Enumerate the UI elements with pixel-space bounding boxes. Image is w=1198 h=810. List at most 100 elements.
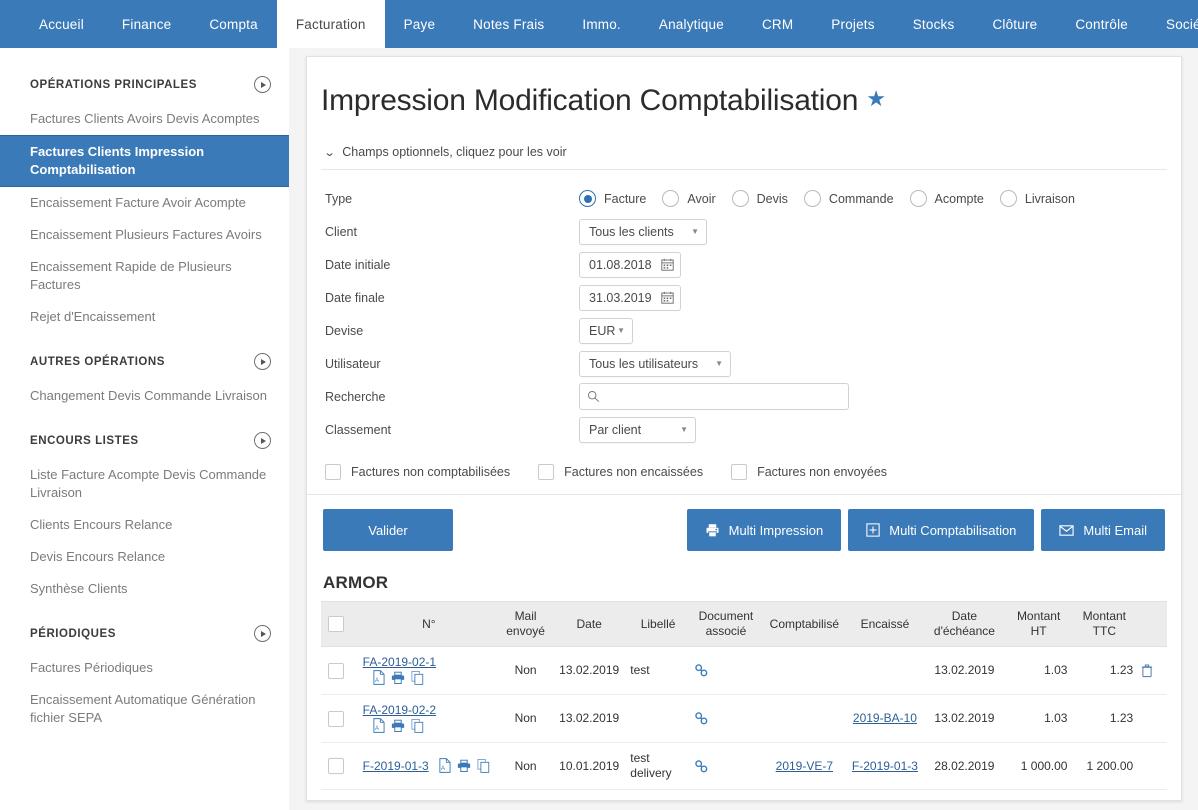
pdf-icon[interactable]: A	[438, 758, 451, 773]
devise-select[interactable]: EUR ▼	[579, 317, 633, 344]
checkbox-icon[interactable]	[538, 464, 555, 480]
type-radio-option[interactable]: Facture	[579, 190, 646, 207]
encaisse-link[interactable]: F-2019-01-3	[852, 759, 918, 773]
topnav-item-finance[interactable]: Finance	[103, 0, 190, 48]
sidebar-item[interactable]: Encaissement Automatique Génération fich…	[0, 684, 289, 734]
filter-checkbox-option[interactable]: Factures non envoyées	[731, 464, 887, 480]
date-finale-field[interactable]: 31.03.2019	[579, 284, 681, 311]
play-circle-icon[interactable]	[254, 432, 271, 449]
header-montant-ttc[interactable]: Montant TTC	[1071, 601, 1138, 647]
topnav-item-contr-le[interactable]: Contrôle	[1056, 0, 1147, 48]
checkbox-icon[interactable]	[731, 464, 748, 480]
radio-button-icon[interactable]	[909, 190, 927, 207]
sidebar-item[interactable]: Synthèse Clients	[0, 573, 289, 605]
radio-button-icon[interactable]	[662, 190, 680, 207]
table-row[interactable]: FA-2019-02-2 A Non 13.02.2019 2019-BA-10 13.0…	[321, 694, 1167, 743]
favorite-star-icon[interactable]: ★	[866, 86, 886, 111]
sidebar-item[interactable]: Encaissement Rapide de Plusieurs Facture…	[0, 251, 289, 301]
invoice-number-link[interactable]: F-2019-01-3	[363, 759, 429, 773]
play-circle-icon[interactable]	[254, 76, 271, 93]
trash-icon[interactable]	[1141, 664, 1163, 678]
printer-icon[interactable]	[457, 759, 471, 773]
copy-icon[interactable]	[411, 718, 424, 733]
client-select[interactable]: Tous les clients ▼	[579, 218, 707, 245]
header-date-echeance[interactable]: Date d'échéance	[923, 601, 1006, 647]
header-mail-envoye[interactable]: Mail envoyé	[499, 601, 553, 647]
link-chain-icon[interactable]	[694, 711, 758, 726]
multi-email-button[interactable]: Multi Email	[1041, 509, 1165, 551]
valider-button[interactable]: Valider	[323, 509, 453, 551]
utilisateur-select[interactable]: Tous les utilisateurs ▼	[579, 350, 731, 377]
table-row[interactable]: F-2019-01-3 A Non 10.01.2019 test delivery 20…	[321, 742, 1167, 790]
sidebar-section-header[interactable]: OPÉRATIONS PRINCIPALES	[0, 60, 289, 103]
filter-checkbox-option[interactable]: Factures non comptabilisées	[325, 464, 510, 480]
type-radio-option[interactable]: Commande	[803, 190, 894, 207]
type-radio-option[interactable]: Livraison	[999, 190, 1075, 207]
topnav-item-crm[interactable]: CRM	[743, 0, 812, 48]
select-all-checkbox[interactable]	[327, 616, 344, 632]
pdf-icon[interactable]: A	[372, 670, 385, 685]
table-row[interactable]: FA-2019-02-1 A Non 13.02.2019 test 13.02.2019…	[321, 646, 1167, 695]
sidebar-item[interactable]: Rejet d'Encaissement	[0, 301, 289, 333]
sidebar-item[interactable]: Encaissement Facture Avoir Acompte	[0, 187, 289, 219]
topnav-item-facturation[interactable]: Facturation	[276, 0, 385, 48]
checkbox-icon[interactable]	[325, 464, 341, 480]
header-num[interactable]: N°	[350, 601, 500, 647]
calendar-icon[interactable]	[660, 258, 674, 271]
invoice-number-link[interactable]: FA-2019-02-2	[363, 703, 436, 717]
date-initiale-field[interactable]: 01.08.2018	[579, 251, 681, 278]
filter-checkbox-option[interactable]: Factures non encaissées	[538, 464, 703, 480]
sidebar-item[interactable]: Factures Clients Avoirs Devis Acomptes	[0, 103, 289, 135]
calendar-icon[interactable]	[660, 291, 674, 304]
play-circle-icon[interactable]	[254, 625, 271, 642]
search-field-wrapper[interactable]	[579, 383, 849, 410]
topnav-item-compta[interactable]: Compta	[190, 0, 276, 48]
header-comptabilise[interactable]: Comptabilisé	[761, 601, 847, 647]
row-checkbox[interactable]	[327, 662, 344, 679]
classement-select[interactable]: Par client ▼	[579, 416, 696, 443]
pdf-icon[interactable]: A	[372, 718, 385, 733]
sidebar-item[interactable]: Devis Encours Relance	[0, 541, 289, 573]
copy-icon[interactable]	[411, 670, 424, 685]
sidebar-section-header[interactable]: ENCOURS LISTES	[0, 416, 289, 459]
sidebar-item[interactable]: Liste Facture Acompte Devis Commande Liv…	[0, 459, 289, 509]
comptabilise-link[interactable]: 2019-VE-7	[776, 759, 833, 773]
topnav-item-analytique[interactable]: Analytique	[640, 0, 743, 48]
radio-button-icon[interactable]	[999, 190, 1017, 207]
header-date[interactable]: Date	[552, 601, 627, 647]
sidebar-item[interactable]: Encaissement Plusieurs Factures Avoirs	[0, 219, 289, 251]
multi-impression-button[interactable]: Multi Impression	[686, 509, 842, 551]
row-checkbox[interactable]	[327, 758, 344, 774]
type-radio-option[interactable]: Devis	[731, 190, 788, 207]
header-document-associe[interactable]: Document associé	[689, 601, 762, 647]
topnav-item-notes-frais[interactable]: Notes Frais	[454, 0, 563, 48]
sidebar-item[interactable]: Factures Clients Impression Comptabilisa…	[0, 135, 289, 187]
optional-fields-toggle[interactable]: ⌄ Champs optionnels, cliquez pour les vo…	[323, 145, 1167, 159]
copy-icon[interactable]	[477, 758, 490, 773]
sidebar-item[interactable]: Changement Devis Commande Livraison	[0, 380, 289, 412]
type-radio-option[interactable]: Avoir	[662, 190, 716, 207]
radio-button-icon[interactable]	[731, 190, 749, 207]
multi-comptabilisation-button[interactable]: Multi Comptabilisation	[848, 509, 1035, 551]
encaisse-link[interactable]: 2019-BA-10	[853, 711, 917, 725]
link-chain-icon[interactable]	[694, 759, 758, 774]
topnav-item-soci-t[interactable]: Société	[1147, 0, 1198, 48]
printer-icon[interactable]	[391, 719, 405, 733]
printer-icon[interactable]	[391, 671, 405, 685]
topnav-item-accueil[interactable]: Accueil	[20, 0, 103, 48]
topnav-item-stocks[interactable]: Stocks	[894, 0, 974, 48]
topnav-item-projets[interactable]: Projets	[812, 0, 893, 48]
radio-button-icon[interactable]	[803, 190, 821, 207]
sidebar-section-header[interactable]: PÉRIODIQUES	[0, 609, 289, 652]
row-checkbox[interactable]	[327, 710, 344, 727]
play-circle-icon[interactable]	[254, 353, 271, 370]
header-montant-ht[interactable]: Montant HT	[1005, 601, 1072, 647]
sidebar-item[interactable]: Clients Encours Relance	[0, 509, 289, 541]
radio-button-icon[interactable]	[579, 190, 596, 207]
link-chain-icon[interactable]	[694, 663, 758, 678]
header-encaisse[interactable]: Encaissé	[846, 601, 924, 647]
header-libelle[interactable]: Libellé	[626, 601, 690, 647]
sidebar-section-header[interactable]: AUTRES OPÉRATIONS	[0, 337, 289, 380]
type-radio-option[interactable]: Acompte	[909, 190, 984, 207]
topnav-item-paye[interactable]: Paye	[385, 0, 455, 48]
